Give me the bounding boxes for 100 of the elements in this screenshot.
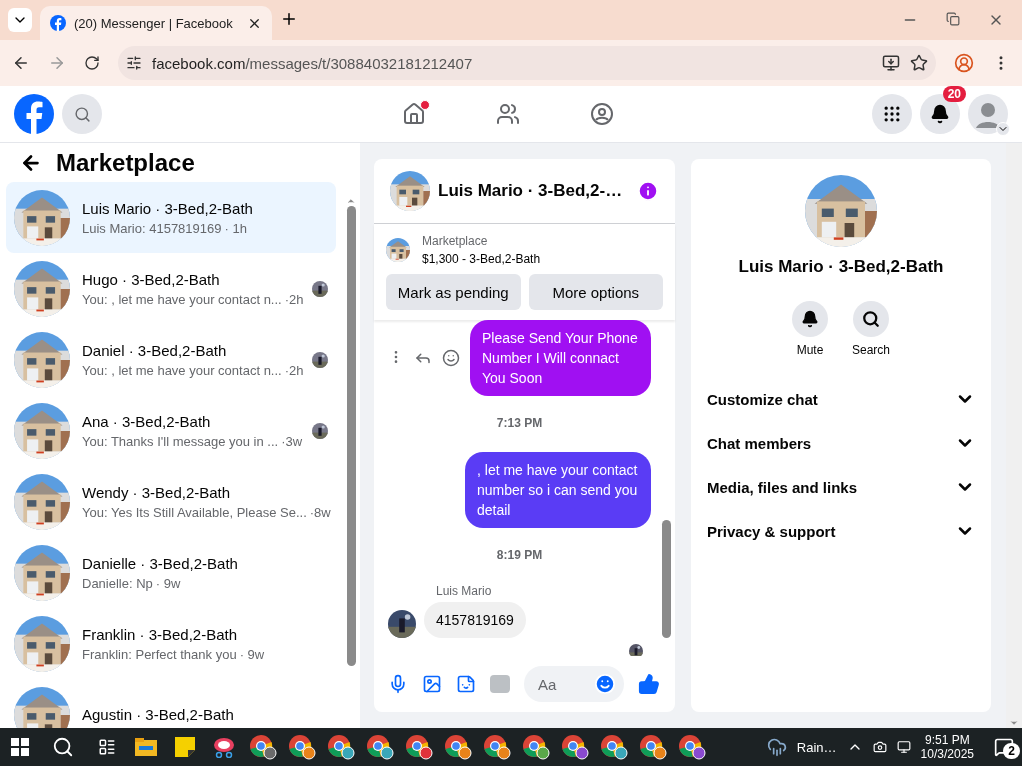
conversation-item[interactable]: Franklin · 3-Bed,2-Bath Franklin: Perfect thank you · 9w (6, 608, 336, 679)
sender-name: Luis Mario (436, 584, 493, 598)
conversation-name: Agustin · 3-Bed,2-Bath (82, 706, 235, 723)
home-icon[interactable] (402, 102, 426, 126)
emoji-icon[interactable] (594, 673, 616, 695)
new-tab-icon[interactable] (280, 10, 298, 28)
install-icon[interactable] (882, 54, 900, 72)
search-icon[interactable] (52, 736, 74, 758)
site-info-icon[interactable] (126, 55, 142, 71)
photo-icon[interactable] (422, 674, 442, 694)
message-preview: You: , let me have your contact n... (82, 362, 282, 378)
back-icon[interactable] (12, 54, 30, 72)
message-preview: You: Yes Its Still Available, Please Se... (82, 504, 307, 520)
message-time: · 9w (155, 575, 181, 591)
browser-profile-icon[interactable] (599, 734, 628, 760)
action-label: Search (852, 343, 890, 357)
action-button[interactable]: More options (528, 274, 663, 310)
browser-profile-icon[interactable] (365, 734, 394, 760)
browser-profile-icon[interactable] (443, 734, 472, 760)
groups-icon[interactable] (590, 102, 614, 126)
sticker-icon[interactable] (456, 674, 476, 694)
message-field[interactable]: Aa (524, 666, 624, 702)
camera-icon[interactable] (872, 740, 887, 754)
reload-icon[interactable] (84, 55, 100, 71)
message-preview: Luis Mario: 4157819169 (82, 220, 222, 236)
browser-profile-icon[interactable] (560, 734, 589, 760)
message-time: ·8w (309, 504, 331, 520)
conversation-item[interactable]: Daniel · 3-Bed,2-Bath You: , let me have your contact n... ·2h (6, 324, 336, 395)
action-button[interactable] (792, 301, 828, 337)
bell-icon (801, 310, 819, 328)
folder-icon[interactable] (134, 738, 157, 756)
timestamp: 8:19 PM (496, 548, 543, 562)
message-input[interactable]: Aa (536, 674, 590, 694)
profile-icon[interactable] (954, 53, 974, 73)
browser-profile-icon[interactable] (248, 734, 277, 760)
message-time: ·3w (281, 433, 303, 449)
message-bubble: Please Send Your Phone Number I Will connact You Soon (470, 320, 651, 396)
notification-badge: 20 (942, 86, 966, 102)
weather-icon[interactable] (766, 737, 787, 757)
message-time: ·2h (284, 362, 304, 378)
chat-title: Luis Mario · 3-Bed,2-… (438, 181, 624, 201)
facebook-logo-icon[interactable] (14, 94, 54, 134)
bookmark-icon[interactable] (910, 54, 928, 72)
react-icon[interactable] (442, 349, 460, 367)
browser-profile-icon[interactable] (287, 734, 316, 760)
network-icon[interactable] (896, 740, 911, 754)
info-icon[interactable] (637, 180, 659, 202)
start-icon[interactable] (10, 738, 29, 756)
sticky-note-icon[interactable] (174, 737, 195, 757)
browser-profile-icon[interactable] (404, 734, 433, 760)
conversation-item[interactable]: Ana · 3-Bed,2-Bath You: Thanks I'll message you in ... ·3w (6, 395, 336, 466)
message-time: ·2h (284, 291, 304, 307)
browser-tab[interactable]: (20) Messenger | Facebook (40, 6, 272, 40)
message-time: · 1h (224, 220, 247, 236)
page-scrollbar[interactable] (1006, 143, 1022, 728)
scroll-down-icon[interactable] (1009, 718, 1019, 728)
scroll-up-icon[interactable] (346, 196, 356, 206)
browser-profile-icon[interactable] (638, 734, 667, 760)
conversation-name: Luis Mario · 3-Bed,2-Bath (82, 199, 254, 217)
page-title: Marketplace (56, 149, 195, 177)
conversation-item[interactable]: Luis Mario · 3-Bed,2-Bath Luis Mario: 4157819169 · 1h (6, 182, 336, 253)
search-button[interactable] (62, 94, 102, 134)
browser-profile-icon[interactable] (677, 734, 706, 760)
chevron-down-icon[interactable] (996, 122, 1010, 136)
microphone-icon[interactable] (388, 674, 408, 694)
tab-title: (20) Messenger | Facebook (74, 15, 234, 31)
browser-profile-icon[interactable] (326, 734, 355, 760)
message-bubble: 4157819169 (424, 602, 526, 638)
clock[interactable]: 9:51 PM 10/3/2025 (920, 733, 974, 761)
conversation-item[interactable]: Danielle · 3-Bed,2-Bath Danielle: Np · 9w (6, 537, 336, 608)
listing-label: Marketplace (422, 234, 489, 248)
tab-search-button[interactable] (8, 8, 32, 32)
scissors-icon[interactable] (211, 736, 236, 758)
restore-icon[interactable] (946, 12, 960, 26)
action-button[interactable] (853, 301, 889, 337)
account-button[interactable] (968, 94, 1008, 134)
weather-text[interactable]: Rain… (796, 739, 837, 755)
details-section[interactable]: Chat members (691, 421, 991, 465)
action-label: Mute (796, 343, 824, 357)
like-icon[interactable] (638, 673, 660, 695)
details-section[interactable]: Customize chat (691, 377, 991, 421)
friends-icon[interactable] (496, 102, 520, 126)
listing-detail: $1,300 - 3-Bed,2-Bath (422, 252, 541, 266)
conversation-item[interactable]: Wendy · 3-Bed,2-Bath You: Yes Its Still Available, Please Se... ·8w (6, 466, 336, 537)
browser-profile-icon[interactable] (521, 734, 550, 760)
bell-icon (930, 104, 950, 124)
menu-button[interactable] (872, 94, 912, 134)
message-preview: You: , let me have your contact n... (82, 291, 282, 307)
details-section[interactable]: Media, files and links (691, 465, 991, 509)
message-preview: You: Thanks I'll message you in ... (82, 433, 279, 449)
message-bubble: , let me have your contact number so i can send you detail (465, 452, 651, 528)
action-button[interactable]: Mark as pending (386, 274, 521, 310)
conversation-item[interactable]: Hugo · 3-Bed,2-Bath You: , let me have your contact n... ·2h (6, 253, 336, 324)
task-view-icon[interactable] (97, 738, 116, 756)
timestamp: 7:13 PM (496, 416, 543, 430)
details-section[interactable]: Privacy & support (691, 509, 991, 553)
address-bar[interactable]: facebook.com/messages/t/30884032181212407 (118, 46, 936, 80)
browser-profile-icon[interactable] (482, 734, 511, 760)
message-preview: Danielle: Np (82, 575, 153, 591)
back-icon[interactable] (20, 152, 42, 174)
